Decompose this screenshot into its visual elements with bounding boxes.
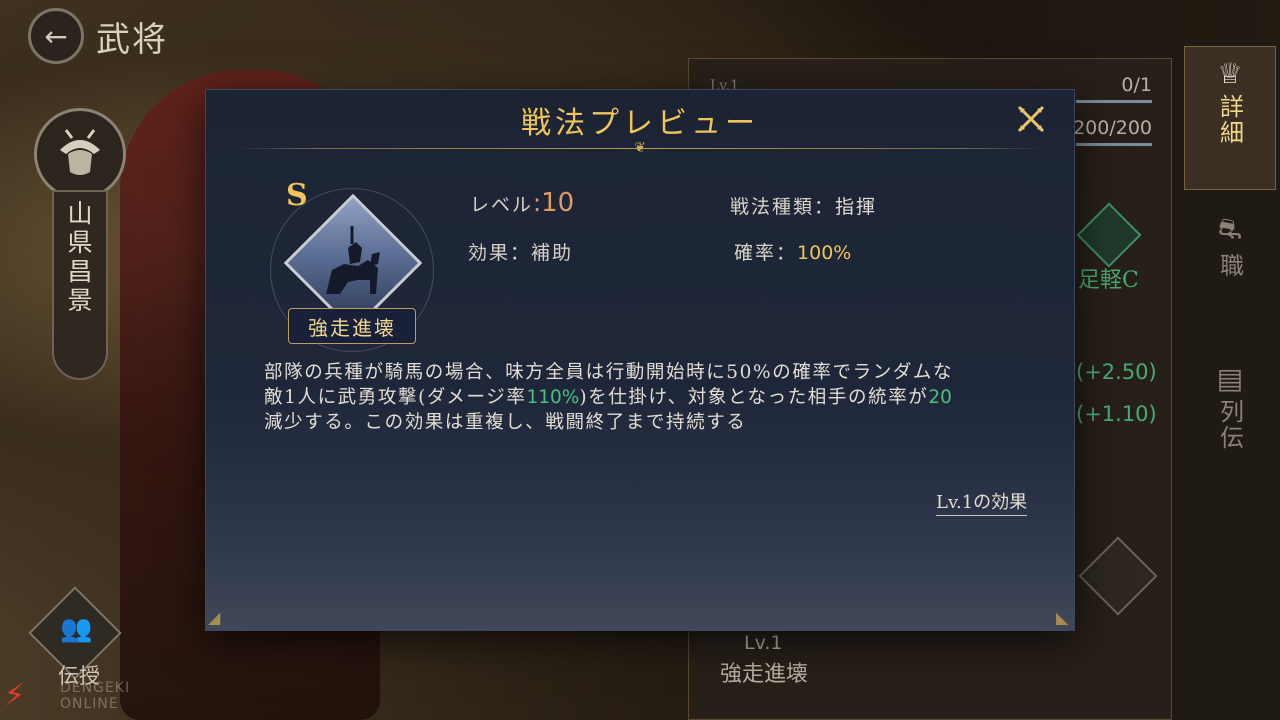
description-line-1: 部隊の兵種が騎馬の場合、味方全員は行動開始時に50%の確率でランダムな — [264, 362, 954, 383]
close-x-icon — [1017, 105, 1045, 133]
close-button[interactable] — [1012, 100, 1050, 138]
stat-bonus-1: (+2.50) — [1076, 360, 1157, 384]
corner-ornament-icon: ◣ — [1056, 608, 1069, 627]
tab-biography-label: 列伝 — [1215, 399, 1244, 451]
skill-slot-level: Lv.1 — [744, 632, 783, 654]
panel-count-1: 0/1 — [1121, 74, 1152, 96]
panel-count-2: 200/200 — [1073, 117, 1152, 139]
back-button[interactable]: ← — [28, 8, 84, 64]
damage-rate-value: 110% — [526, 387, 580, 408]
watermark-text: DENGEKI ONLINE — [60, 680, 131, 712]
skill-description: 部隊の兵種が騎馬の場合、味方全員は行動開始時に50%の確率でランダムな 敵1人に… — [264, 360, 1034, 435]
description-line-3: 減少する。この効果は重複し、戦闘終了まで持続する — [264, 412, 747, 433]
skill-rate-label: 確率： — [734, 242, 798, 264]
general-crest-icon[interactable] — [34, 108, 126, 200]
skill-effect: 効果：補助 — [468, 238, 573, 265]
lv1-effect-link[interactable]: Lv.1の効果 — [936, 488, 1028, 516]
arrow-left-icon: ← — [44, 19, 68, 53]
tab-job[interactable]: ⛐ 職 — [1184, 212, 1276, 279]
logo-icon: ⚡ — [4, 678, 26, 713]
panel-progress-bar-1 — [1076, 100, 1152, 103]
skill-rank: S — [286, 178, 308, 213]
description-text: 敵1人に武勇攻撃(ダメージ率 — [264, 387, 527, 408]
skill-type: 戦法種類：指揮 — [730, 192, 877, 219]
skill-name: 強走進壊 — [288, 308, 416, 344]
helmet-crest-icon — [60, 129, 100, 175]
skill-effect-label: 効果： — [468, 242, 532, 264]
skill-effect-value: 補助 — [531, 242, 574, 264]
stat-bonus-2: (+1.10) — [1076, 402, 1157, 426]
skill-type-label: 戦法種類： — [730, 196, 836, 218]
troop-type-label: 足軽C — [1078, 268, 1139, 293]
panel-progress-bar-2 — [1076, 143, 1152, 146]
people-icon: 👥 — [60, 614, 93, 644]
tab-biography[interactable]: ▤ 列伝 — [1184, 362, 1276, 451]
tab-details[interactable]: ♕ 詳細 — [1184, 46, 1276, 190]
skill-preview-modal: 戦法プレビュー ❦ ◢ ◣ S 強走進壊 レベル:10 戦法種類：指揮 効果：補… — [206, 90, 1074, 630]
description-text: )を仕掛け、対象となった相手の統率が — [579, 387, 929, 408]
description-line-2: 敵1人に武勇攻撃(ダメージ率110%)を仕掛け、対象となった相手の統率が20 — [264, 385, 1034, 410]
scroll-icon: ▤ — [1216, 362, 1244, 395]
skill-level-separator: : — [533, 189, 542, 217]
helmet-icon: ♕ — [1217, 57, 1243, 90]
tab-job-label: 職 — [1215, 253, 1244, 279]
cavalry-icon — [326, 226, 380, 294]
modal-title: 戦法プレビュー — [521, 106, 759, 141]
skill-slot-name: 強走進壊 — [720, 662, 809, 687]
skill-level: レベル:10 — [470, 188, 574, 218]
skill-rate: 確率：100% — [734, 238, 851, 265]
skill-level-value: 10 — [541, 188, 575, 218]
skill-rate-value: 100% — [797, 242, 852, 264]
armor-icon: ⛐ — [1217, 212, 1243, 245]
ornament-icon: ❦ — [634, 140, 646, 156]
leadership-reduction-value: 20 — [928, 387, 952, 408]
skill-type-value: 指揮 — [835, 196, 878, 218]
tab-details-label: 詳細 — [1215, 94, 1244, 146]
corner-ornament-icon: ◢ — [208, 608, 221, 627]
general-name: 山県昌景 — [64, 200, 93, 316]
skill-level-label: レベル — [470, 194, 534, 216]
page-title: 武将 — [96, 20, 168, 60]
